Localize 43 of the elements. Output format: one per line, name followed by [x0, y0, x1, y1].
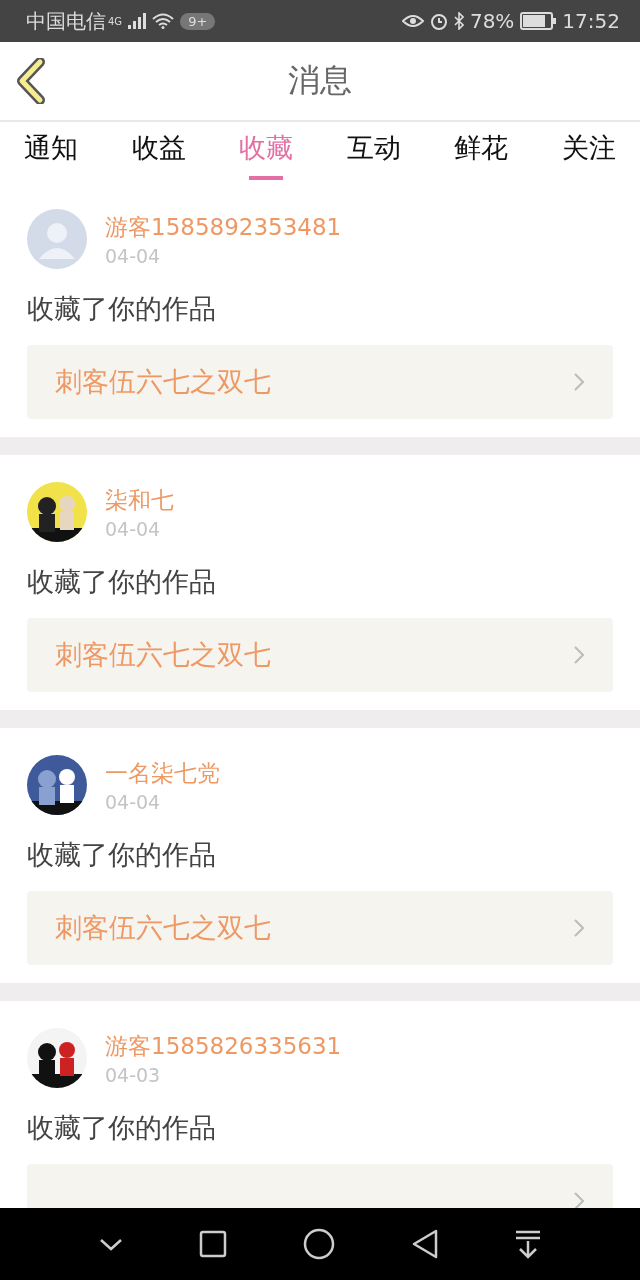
message-date: 04-04	[105, 244, 162, 267]
message-text: 收藏了你的作品	[27, 292, 217, 326]
back-button[interactable]	[16, 58, 46, 107]
message-text: 收藏了你的作品	[27, 838, 217, 872]
pull-down-icon[interactable]	[514, 1229, 543, 1259]
work-link[interactable]: 刺客伍六七之双七	[27, 891, 613, 965]
user-name[interactable]: 游客1585892353481	[105, 211, 342, 243]
tab[interactable]: 互动	[332, 122, 415, 180]
back-icon[interactable]	[410, 1228, 439, 1260]
tab[interactable]: 通知	[10, 122, 92, 180]
chevron-right-icon	[573, 645, 585, 665]
home-icon[interactable]	[303, 1228, 335, 1260]
tab[interactable]: 收益	[117, 122, 200, 180]
eye-icon	[401, 14, 424, 28]
battery-percent: 78%	[469, 9, 515, 33]
work-link[interactable]: 刺客伍六七之双七	[27, 618, 613, 692]
user-name[interactable]: 游客1585826335631	[105, 1030, 342, 1062]
recents-icon[interactable]	[199, 1230, 228, 1258]
chevron-right-icon	[573, 918, 585, 938]
message-text: 收藏了你的作品	[27, 565, 217, 599]
notification-badge: 9+	[180, 12, 216, 30]
tab[interactable]: 关注	[547, 122, 630, 180]
avatar-icon	[27, 209, 87, 269]
tab[interactable]: 鲜花	[440, 122, 523, 180]
carrier-name: 中国电信	[26, 7, 106, 35]
wifi-icon	[152, 13, 175, 29]
tab[interactable]: 收藏	[225, 122, 308, 180]
clock-time: 17:52	[562, 9, 620, 33]
bluetooth-icon	[453, 12, 464, 30]
user-name[interactable]: 柒和七	[105, 484, 174, 516]
network-type: 4G	[108, 15, 123, 27]
message-date: 04-04	[105, 517, 162, 540]
chevron-right-icon	[573, 372, 585, 392]
message-date: 04-03	[105, 1063, 162, 1086]
chevron-right-icon	[573, 1191, 585, 1208]
user-name[interactable]: 一名柒七党	[105, 757, 220, 789]
message-text: 收藏了你的作品	[27, 1111, 217, 1145]
page-title: 消息	[288, 60, 352, 101]
signal-icon	[128, 13, 147, 29]
alarm-icon	[429, 12, 448, 30]
work-link[interactable]: 刺客伍六七之双七	[27, 345, 613, 419]
message-date: 04-04	[105, 790, 162, 813]
battery-icon	[520, 12, 557, 30]
